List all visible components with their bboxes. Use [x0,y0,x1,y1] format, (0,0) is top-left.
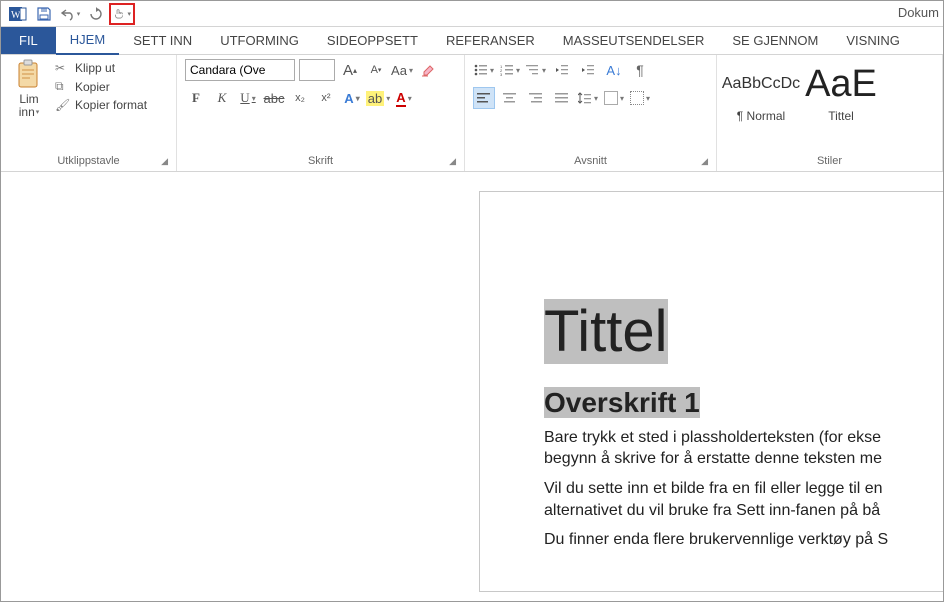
increase-indent-button[interactable] [577,59,599,81]
document-name: Dokum [898,5,939,20]
highlight-button[interactable]: ab [367,87,389,109]
tab-referanser[interactable]: REFERANSER [432,27,549,54]
group-paragraph: 123 A↓ ¶ Avsnitt◢ [465,55,717,171]
subscript-button[interactable]: x₂ [289,87,311,109]
paste-button[interactable]: Lim inn [9,59,49,119]
style-normal-preview: AaBbCcDc [725,59,797,109]
paint-bucket-icon [604,91,618,105]
doc-paragraph-1[interactable]: Bare trykk et sted i plassholderteksten … [544,427,943,470]
group-clipboard: Lim inn ✂ Klipp ut ⧉ Kopier 🖌 Kopier format… [1,55,177,171]
paste-label: Lim inn [9,93,49,119]
tab-se-gjennom[interactable]: SE GJENNOM [718,27,832,54]
clipboard-group-label: Utklippstavle◢ [9,153,168,169]
borders-icon [630,91,644,105]
text-effects-button[interactable]: A [341,87,363,109]
cut-button[interactable]: ✂ Klipp ut [55,61,147,75]
tab-utforming[interactable]: UTFORMING [206,27,313,54]
show-hide-marks-button[interactable]: ¶ [629,59,651,81]
decrease-indent-button[interactable] [551,59,573,81]
style-tittel-label: Tittel [805,109,877,123]
word-app-icon: W [5,3,31,25]
touch-mode-icon[interactable] [109,3,135,25]
copy-button[interactable]: ⧉ Kopier [55,79,147,94]
doc-heading-1[interactable]: Overskrift 1 [544,387,943,419]
svg-text:3: 3 [500,72,503,76]
strikethrough-button[interactable]: abc [263,87,285,109]
doc-paragraph-2[interactable]: Vil du sette inn et bilde fra en fil ell… [544,478,943,521]
clipboard-dialog-launcher[interactable]: ◢ [161,156,168,167]
font-dialog-launcher[interactable]: ◢ [449,156,456,167]
copy-icon: ⧉ [55,79,71,94]
paragraph-dialog-launcher[interactable]: ◢ [701,156,708,167]
doc-paragraph-3[interactable]: Du finner enda flere brukervennlige verk… [544,529,943,551]
document-canvas[interactable]: Tittel Overskrift 1 Bare trykk et sted i… [1,173,943,601]
style-tittel-preview: AaE [805,59,877,109]
tab-hjem[interactable]: HJEM [56,26,119,55]
format-painter-button[interactable]: 🖌 Kopier format [55,98,147,112]
paragraph-group-label: Avsnitt◢ [473,153,708,169]
font-color-button[interactable]: A [393,87,415,109]
change-case-button[interactable]: Aa [391,59,413,81]
underline-button[interactable]: U [237,87,259,109]
group-styles: AaBbCcDc ¶ Normal AaE Tittel Stiler [717,55,943,171]
superscript-button[interactable]: x² [315,87,337,109]
tab-visning[interactable]: VISNING [832,27,913,54]
clipboard-icon [15,59,43,91]
ribbon-tabs: FIL HJEM SETT INN UTFORMING SIDEOPPSETT … [1,27,943,55]
document-page[interactable]: Tittel Overskrift 1 Bare trykk et sted i… [479,191,943,592]
doc-title[interactable]: Tittel [544,302,943,363]
style-tittel[interactable]: AaE Tittel [805,59,877,123]
copy-label: Kopier [75,80,110,94]
font-group-label: Skrift◢ [185,153,456,169]
shading-button[interactable] [603,87,625,109]
tab-masseutsendelser[interactable]: MASSEUTSENDELSER [549,27,719,54]
ribbon: Lim inn ✂ Klipp ut ⧉ Kopier 🖌 Kopier format… [1,55,943,172]
tab-sideoppsett[interactable]: SIDEOPPSETT [313,27,432,54]
align-left-button[interactable] [473,87,495,109]
italic-button[interactable]: K [211,87,233,109]
align-right-button[interactable] [525,87,547,109]
format-painter-label: Kopier format [75,98,147,112]
justify-button[interactable] [551,87,573,109]
shrink-font-button[interactable]: A▾ [365,59,387,81]
font-name-combo[interactable] [185,59,295,81]
borders-button[interactable] [629,87,651,109]
numbering-button[interactable]: 123 [499,59,521,81]
sort-button[interactable]: A↓ [603,59,625,81]
grow-font-button[interactable]: A▴ [339,59,361,81]
align-center-button[interactable] [499,87,521,109]
highlight-swatch: ab [366,91,384,106]
group-font: A▴ A▾ Aa F K U abc x₂ x² A ab A Skrift◢ [177,55,465,171]
style-normal-label: ¶ Normal [725,109,797,123]
quick-access-toolbar: W [5,3,135,25]
style-normal[interactable]: AaBbCcDc ¶ Normal [725,59,797,123]
scissors-icon: ✂ [55,61,71,75]
title-bar: W Dokum [1,1,943,27]
tab-sett-inn[interactable]: SETT INN [119,27,206,54]
styles-group-label: Stiler [725,153,934,169]
line-spacing-button[interactable] [577,87,599,109]
bullets-button[interactable] [473,59,495,81]
save-icon[interactable] [31,3,57,25]
brush-icon: 🖌 [55,98,71,112]
font-size-combo[interactable] [299,59,335,81]
redo-icon[interactable] [83,3,109,25]
bold-button[interactable]: F [185,87,207,109]
cut-label: Klipp ut [75,61,115,75]
clear-formatting-button[interactable] [417,59,439,81]
multilevel-list-button[interactable] [525,59,547,81]
tab-file[interactable]: FIL [1,27,56,54]
undo-icon[interactable] [57,3,83,25]
